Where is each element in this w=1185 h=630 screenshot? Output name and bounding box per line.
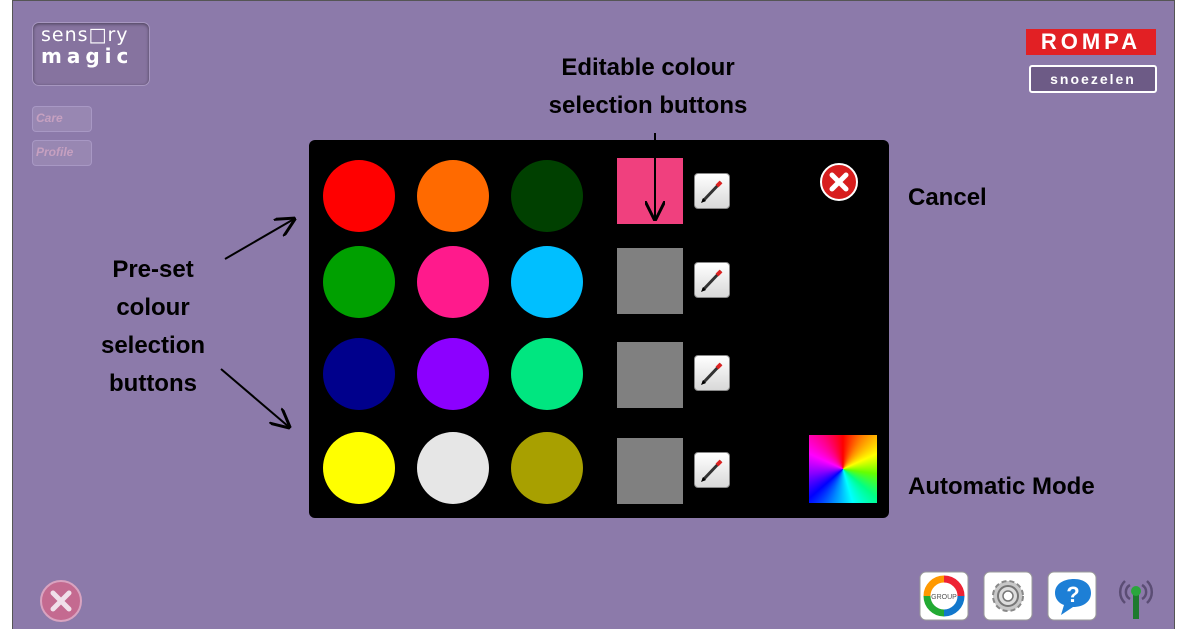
svg-text:?: ? <box>1066 582 1079 607</box>
annotation-cancel: Cancel <box>908 184 987 211</box>
colour-selection-panel <box>309 140 889 518</box>
preset-colour-button[interactable] <box>511 338 583 410</box>
preset-colour-button[interactable] <box>417 160 489 232</box>
automatic-mode-button[interactable] <box>809 435 877 503</box>
annotation-preset-line3: selection <box>100 332 206 359</box>
annotation-preset-line4: buttons <box>109 370 197 397</box>
care-button[interactable]: Care <box>33 107 91 131</box>
preset-colour-button[interactable] <box>323 246 395 318</box>
close-button[interactable] <box>39 579 83 623</box>
annotation-editable: Editable colour selection buttons <box>483 49 813 125</box>
rompa-logo: ROMPA snoezelen <box>1026 29 1157 95</box>
wireless-signal-icon <box>1118 580 1154 619</box>
annotation-automatic-mode: Automatic Mode <box>908 473 1095 500</box>
annotation-preset-line1: Pre-set <box>112 256 194 283</box>
group-cycle-icon: GROUP <box>919 571 969 621</box>
gear-icon <box>983 571 1033 621</box>
app-window: sens□ry magic Care Profile ROMPA snoezel… <box>12 0 1175 629</box>
preset-colour-button[interactable] <box>323 338 395 410</box>
logo-line1: sens□ry <box>41 24 129 46</box>
preset-colour-button[interactable] <box>323 432 395 504</box>
cancel-x-icon <box>820 163 858 201</box>
annotation-editable-line2: selection buttons <box>548 92 748 119</box>
preset-colour-button[interactable] <box>511 160 583 232</box>
pencil-edit-icon[interactable] <box>694 355 730 391</box>
annotation-editable-line1: Editable colour <box>561 54 735 81</box>
annotation-preset-line2: colour <box>116 294 190 321</box>
pencil-edit-icon[interactable] <box>694 173 730 209</box>
profile-button[interactable]: Profile <box>33 141 91 165</box>
editable-colour-button[interactable] <box>617 438 683 504</box>
logo-line2: magic <box>41 44 134 68</box>
profile-label: Profile <box>36 145 74 159</box>
preset-colour-button[interactable] <box>417 338 489 410</box>
help-button[interactable]: ? <box>1047 571 1097 621</box>
preset-colour-button[interactable] <box>323 160 395 232</box>
preset-colour-button[interactable] <box>417 432 489 504</box>
settings-button[interactable] <box>983 571 1033 621</box>
pencil-edit-icon[interactable] <box>694 262 730 298</box>
group-label: GROUP <box>931 594 957 601</box>
preset-colour-button[interactable] <box>511 432 583 504</box>
close-x-icon <box>40 580 82 622</box>
sensory-magic-logo: sens□ry magic <box>33 23 149 85</box>
rompa-logo-bottom: snoezelen <box>1029 65 1157 93</box>
wireless-button[interactable] <box>1111 571 1161 621</box>
editable-colour-button[interactable] <box>617 342 683 408</box>
editable-colour-button[interactable] <box>617 248 683 314</box>
preset-colour-button[interactable] <box>417 246 489 318</box>
rompa-logo-top: ROMPA <box>1026 29 1156 55</box>
group-button[interactable]: GROUP <box>919 571 969 621</box>
help-question-icon: ? <box>1047 571 1097 621</box>
annotation-preset: Pre-set colour selection buttons <box>53 251 253 403</box>
cancel-button[interactable] <box>819 162 859 202</box>
preset-colour-button[interactable] <box>511 246 583 318</box>
editable-colour-button[interactable] <box>617 158 683 224</box>
care-label: Care <box>36 111 63 125</box>
pencil-edit-icon[interactable] <box>694 452 730 488</box>
